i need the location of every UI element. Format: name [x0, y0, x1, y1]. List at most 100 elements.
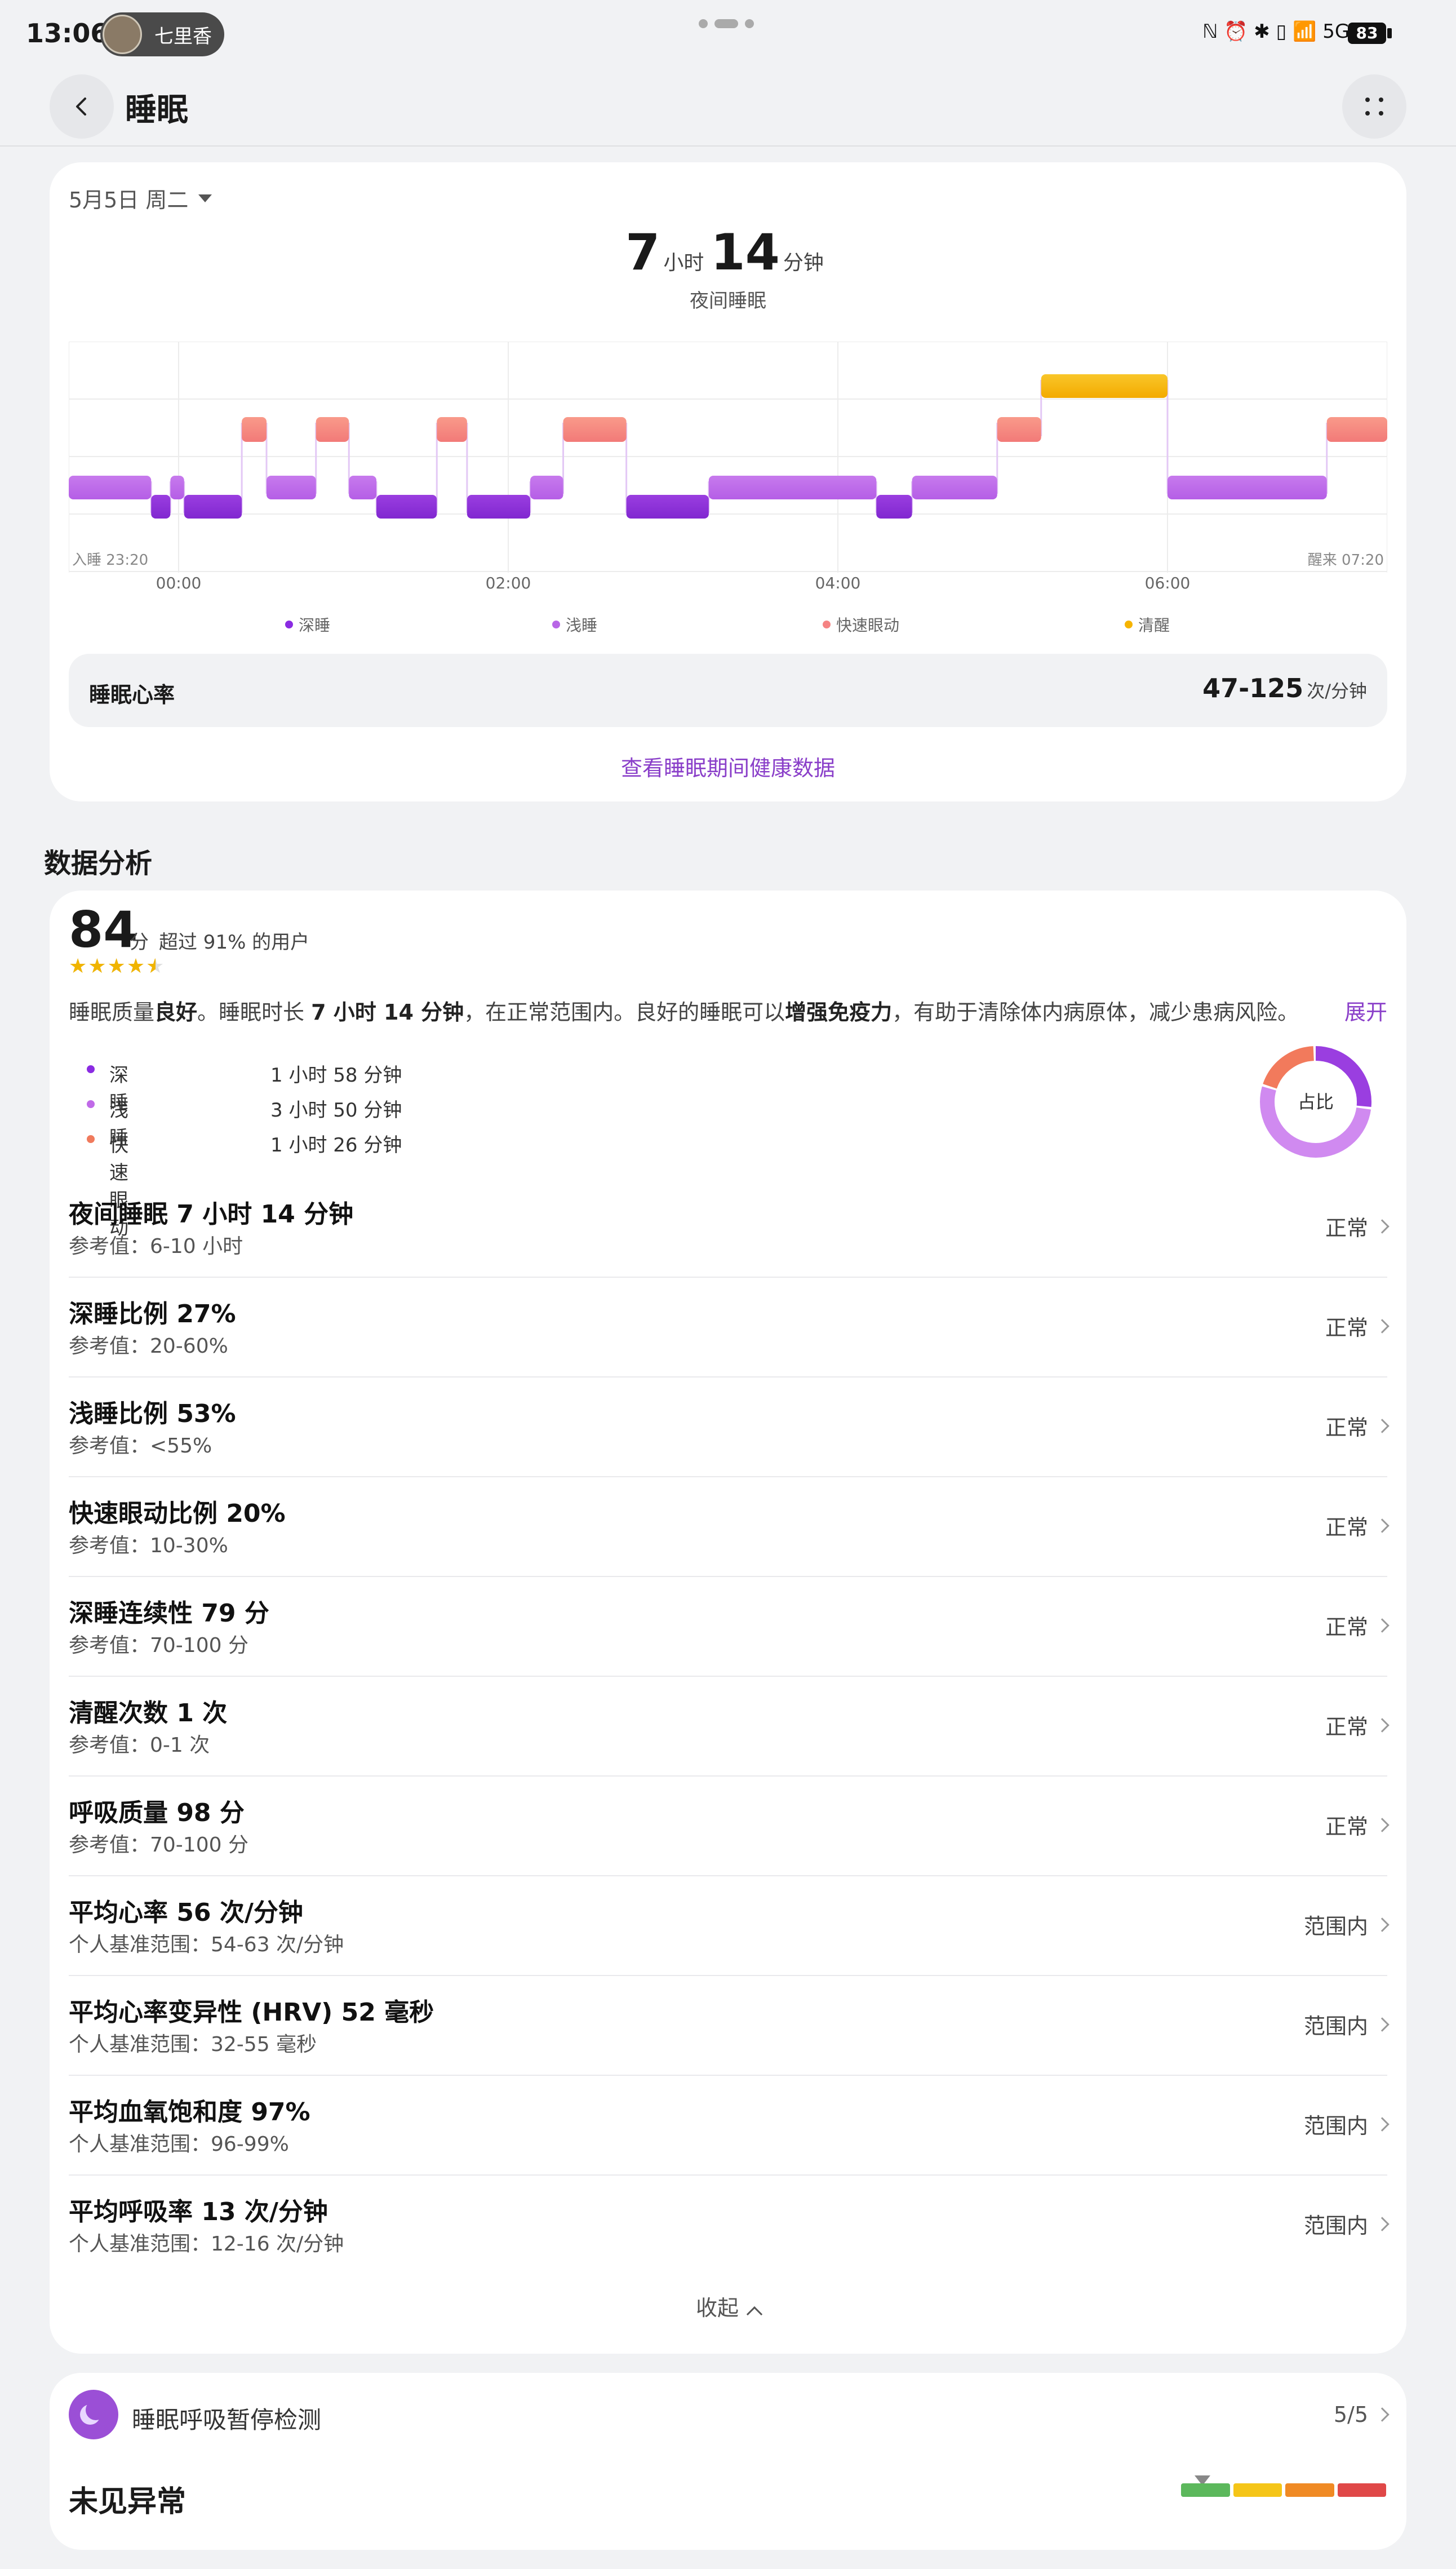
star-rating-fill: ★★★★★ — [69, 955, 156, 978]
metric-status: 范围内 — [1304, 2109, 1390, 2140]
metric-reference: 参考值：6-10 小时 — [69, 1235, 243, 1258]
metric-status: 正常 — [1325, 1709, 1390, 1740]
stage-bar — [467, 495, 530, 519]
chevron-right-icon — [1375, 1418, 1390, 1433]
scale-segment — [1285, 2483, 1334, 2497]
metric-row[interactable]: 平均心率变异性 (HRV) 52 毫秒 个人基准范围：32-55 毫秒 范围内 — [69, 1976, 1390, 2076]
metric-row[interactable]: 夜间睡眠 7 小时 14 分钟 参考值：6-10 小时 正常 — [69, 1178, 1390, 1278]
metric-status: 正常 — [1325, 1211, 1390, 1242]
metric-status: 范围内 — [1304, 2009, 1390, 2040]
metric-title: 浅睡比例 53% — [69, 1399, 236, 1428]
light-dot-icon — [87, 1100, 95, 1108]
legend-item: 快速眼动 — [823, 613, 899, 636]
collapse-button[interactable]: 收起 — [50, 2291, 1406, 2323]
back-arrow-icon — [76, 98, 86, 116]
deep-dot-icon — [87, 1065, 95, 1073]
chevron-right-icon — [1375, 1717, 1390, 1733]
stage-bar — [563, 417, 627, 442]
date-selector[interactable]: 5月5日 周二 — [69, 183, 212, 214]
expand-button[interactable]: 展开 — [1338, 996, 1387, 1028]
heart-rate-value: 47-125 — [1202, 673, 1304, 703]
duration-minutes: 14 — [711, 223, 780, 281]
sleep-card: 5月5日 周二 7 小时 14 分钟 夜间睡眠 入睡 23:20 醒来 07:20 0… — [50, 162, 1406, 801]
user-pill[interactable]: 七里香 — [100, 12, 224, 56]
metric-title: 深睡连续性 79 分 — [69, 1599, 269, 1628]
stage-connector — [1166, 380, 1169, 494]
more-icon — [1365, 98, 1383, 116]
apnea-title: 睡眠呼吸暂停检测 — [132, 2406, 322, 2434]
chevron-right-icon — [1375, 1219, 1390, 1234]
metric-status: 范围内 — [1304, 2208, 1390, 2239]
stage-bar — [912, 476, 997, 499]
metric-title: 呼吸质量 98 分 — [69, 1799, 245, 1827]
chevron-right-icon — [1375, 1917, 1390, 1932]
score-percentile: 超过 91% 的用户 — [159, 931, 310, 954]
section-title: 数据分析 — [44, 848, 153, 879]
metric-row[interactable]: 浅睡比例 53% 参考值：<55% 正常 — [69, 1377, 1390, 1477]
stage-ratio-donut[interactable]: 占比 — [1258, 1044, 1374, 1160]
sleep-heart-rate-row[interactable]: 睡眠心率 47-125 次/分钟 — [69, 654, 1387, 727]
moon-icon — [69, 2390, 118, 2439]
stage-bar — [708, 476, 877, 499]
duration-hours: 7 — [625, 223, 660, 281]
status-bar: 13:06 七里香 ℕ ⏰ ✱ ▯ 📶 5G 5G 83 — [0, 0, 1456, 68]
user-name: 七里香 — [154, 25, 212, 48]
analysis-card: 84 分 超过 91% 的用户 ★★★★★ ★★★★★ 睡眠质量良好。睡眠时长 … — [50, 891, 1406, 2354]
avatar — [103, 15, 142, 54]
window-handle[interactable] — [699, 19, 754, 28]
metric-status: 正常 — [1325, 1610, 1390, 1641]
metric-reference: 个人基准范围：96-99% — [69, 2133, 289, 2156]
metric-reference: 参考值：<55% — [69, 1434, 212, 1458]
metric-title: 平均血氧饱和度 97% — [69, 2098, 310, 2127]
metric-row[interactable]: 呼吸质量 98 分参考值：70-100 分 正常 — [69, 1777, 1390, 1876]
chevron-right-icon — [1375, 1817, 1390, 1832]
metric-reference: 参考值：70-100 分 — [69, 1634, 248, 1657]
metric-row[interactable]: 深睡连续性 79 分参考值：70-100 分 正常 — [69, 1577, 1390, 1677]
back-button[interactable] — [50, 74, 114, 139]
metric-row[interactable]: 清醒次数 1 次参考值：0-1 次 正常 — [69, 1677, 1390, 1777]
chevron-up-icon — [746, 2306, 763, 2323]
chevron-right-icon — [1375, 2216, 1390, 2231]
metric-row[interactable]: 平均心率 56 次/分钟个人基准范围：54-63 次/分钟 范围内 — [69, 1876, 1390, 1976]
duration-minutes-unit: 分钟 — [783, 251, 824, 274]
metric-reference: 个人基准范围：12-16 次/分钟 — [69, 2233, 344, 2256]
metric-status: 范围内 — [1304, 1909, 1390, 1940]
chevron-right-icon — [1375, 2116, 1390, 2132]
more-button[interactable] — [1342, 74, 1406, 139]
health-data-link[interactable]: 查看睡眠期间健康数据 — [50, 751, 1406, 782]
apnea-count[interactable]: 5/5 — [1334, 2402, 1390, 2427]
metric-status: 正常 — [1325, 1510, 1390, 1541]
sleep-score: 84 — [69, 901, 138, 959]
sleep-summary: 睡眠质量良好。睡眠时长 7 小时 14 分钟，在正常范围内。良好的睡眠可以增强免… — [69, 1000, 1299, 1025]
metric-reference: 参考值：10-30% — [69, 1534, 228, 1557]
x-tick-label: 04:00 — [815, 574, 861, 592]
heart-rate-label: 睡眠心率 — [89, 683, 175, 707]
chevron-right-icon — [1375, 1518, 1390, 1533]
x-tick-label: 06:00 — [1144, 574, 1191, 592]
severity-scale — [1181, 2483, 1386, 2497]
apnea-card[interactable]: 睡眠呼吸暂停检测 5/5 未见异常 — [50, 2373, 1406, 2550]
stage-bar — [626, 495, 709, 519]
sleep-start-label: 入睡 23:20 — [72, 552, 148, 569]
legend-item: 深睡 — [285, 613, 330, 636]
scale-segment — [1337, 2483, 1386, 2497]
stage-bar — [1041, 374, 1168, 398]
metric-title: 平均心率 56 次/分钟 — [69, 1898, 303, 1927]
status-time: 13:06 — [26, 18, 109, 48]
metric-reference: 参考值：70-100 分 — [69, 1833, 248, 1857]
metric-status: 正常 — [1325, 1310, 1390, 1341]
metric-row[interactable]: 深睡比例 27% 参考值：20-60% 正常 — [69, 1278, 1390, 1377]
metric-title: 快速眼动比例 20% — [69, 1499, 286, 1528]
dropdown-icon — [198, 194, 212, 202]
stage-bar — [316, 417, 349, 442]
stage-bar — [349, 476, 376, 499]
metric-row[interactable]: 快速眼动比例 20% 参考值：10-30% 正常 — [69, 1477, 1390, 1577]
sleep-stage-chart[interactable]: 入睡 23:20 醒来 07:20 — [69, 342, 1387, 573]
scale-segment — [1181, 2483, 1230, 2497]
legend-dot-icon — [285, 621, 293, 628]
metric-row[interactable]: 平均血氧饱和度 97% 个人基准范围：96-99% 范围内 — [69, 2076, 1390, 2176]
metric-reference: 参考值：20-60% — [69, 1335, 228, 1358]
apnea-result: 未见异常 — [69, 2485, 187, 2519]
metric-row[interactable]: 平均呼吸率 13 次/分钟 个人基准范围：12-16 次/分钟 范围内 — [69, 2176, 1390, 2275]
metric-reference: 个人基准范围：54-63 次/分钟 — [69, 1933, 344, 1956]
